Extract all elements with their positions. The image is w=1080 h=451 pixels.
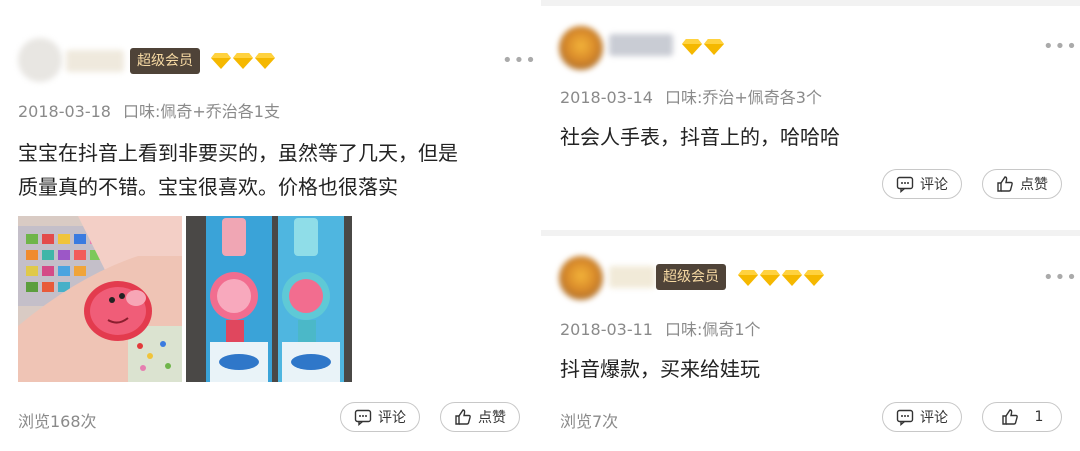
diamond-icon — [255, 52, 275, 69]
flavor-info: 口味:佩奇+乔治各1支 — [122, 102, 280, 121]
like-count: 1 — [1034, 409, 1044, 425]
avatar[interactable] — [559, 26, 603, 70]
view-count: 浏览7次 — [560, 412, 619, 431]
member-level-gems — [210, 50, 276, 72]
like-button[interactable]: 点赞 — [440, 402, 520, 432]
view-count: 浏览168次 — [18, 412, 97, 431]
username-blurred[interactable] — [609, 266, 655, 288]
comment-button[interactable]: 评论 — [340, 402, 420, 432]
comment-label: 评论 — [378, 410, 406, 426]
review-text: 抖音爆款，买来给娃玩 — [560, 357, 760, 381]
flavor-info: 口味:乔治+佩奇各3个 — [664, 88, 822, 107]
review-meta: 2018-03-11 口味:佩奇1个 — [560, 316, 761, 340]
review-text: 社会人手表，抖音上的，哈哈哈 — [560, 125, 840, 149]
like-label: 点赞 — [1020, 177, 1048, 193]
super-member-badge: 超级会员 — [130, 48, 200, 74]
diamond-icon — [760, 269, 780, 286]
review-meta: 2018-03-18 口味:佩奇+乔治各1支 — [18, 98, 280, 122]
comment-icon — [896, 409, 914, 426]
thumbs-up-icon — [997, 176, 1013, 192]
review-text: 宝宝在抖音上看到非要买的，虽然等了几天，但是 质量真的不错。宝宝很喜欢。价格也很… — [18, 136, 458, 204]
review-photo-1[interactable] — [18, 216, 182, 382]
diamond-icon — [782, 269, 802, 286]
diamond-icon — [738, 269, 758, 286]
flavor-info: 口味:佩奇1个 — [664, 320, 761, 339]
member-level-gems — [737, 267, 825, 289]
review-photo-2[interactable] — [186, 216, 352, 382]
diamond-icon — [211, 52, 231, 69]
diamond-icon — [233, 52, 253, 69]
username-blurred[interactable] — [66, 50, 124, 72]
review-date: 2018-03-14 — [560, 88, 653, 107]
review-card-3: 超级会员 ••• 2018-03-11 口味:佩奇1个 抖音爆款，买来给娃玩 浏览… — [541, 236, 1080, 451]
username-blurred[interactable] — [609, 34, 673, 56]
comment-icon — [354, 409, 372, 426]
more-dots-icon[interactable]: ••• — [1043, 267, 1078, 288]
diamond-icon — [682, 38, 702, 55]
diamond-icon — [804, 269, 824, 286]
thumbs-up-icon — [1001, 409, 1018, 425]
more-dots-icon[interactable]: ••• — [502, 50, 537, 71]
comment-label: 评论 — [920, 410, 948, 426]
review-meta: 2018-03-14 口味:乔治+佩奇各3个 — [560, 84, 822, 108]
review-date: 2018-03-11 — [560, 320, 653, 339]
thumbs-up-icon — [455, 409, 471, 425]
review-card-2: ••• 2018-03-14 口味:乔治+佩奇各3个 社会人手表，抖音上的，哈哈哈… — [541, 6, 1080, 230]
comment-label: 评论 — [920, 177, 948, 193]
member-level-gems — [681, 36, 725, 58]
diamond-icon — [704, 38, 724, 55]
avatar[interactable] — [18, 38, 62, 82]
more-dots-icon[interactable]: ••• — [1043, 36, 1078, 57]
like-button[interactable]: 1 — [982, 402, 1062, 432]
comment-button[interactable]: 评论 — [882, 402, 962, 432]
like-label: 点赞 — [478, 410, 506, 426]
review-date: 2018-03-18 — [18, 102, 111, 121]
review-card-1: 超级会员 ••• 2018-03-18 口味:佩奇+乔治各1支 宝宝在抖音上看到非… — [0, 0, 541, 451]
comment-button[interactable]: 评论 — [882, 169, 962, 199]
review-text-line: 宝宝在抖音上看到非要买的，虽然等了几天，但是 — [18, 141, 458, 165]
comment-icon — [896, 176, 914, 193]
super-member-badge: 超级会员 — [656, 264, 726, 290]
like-button[interactable]: 点赞 — [982, 169, 1062, 199]
review-text-line: 质量真的不错。宝宝很喜欢。价格也很落实 — [18, 175, 398, 199]
avatar[interactable] — [559, 256, 603, 300]
